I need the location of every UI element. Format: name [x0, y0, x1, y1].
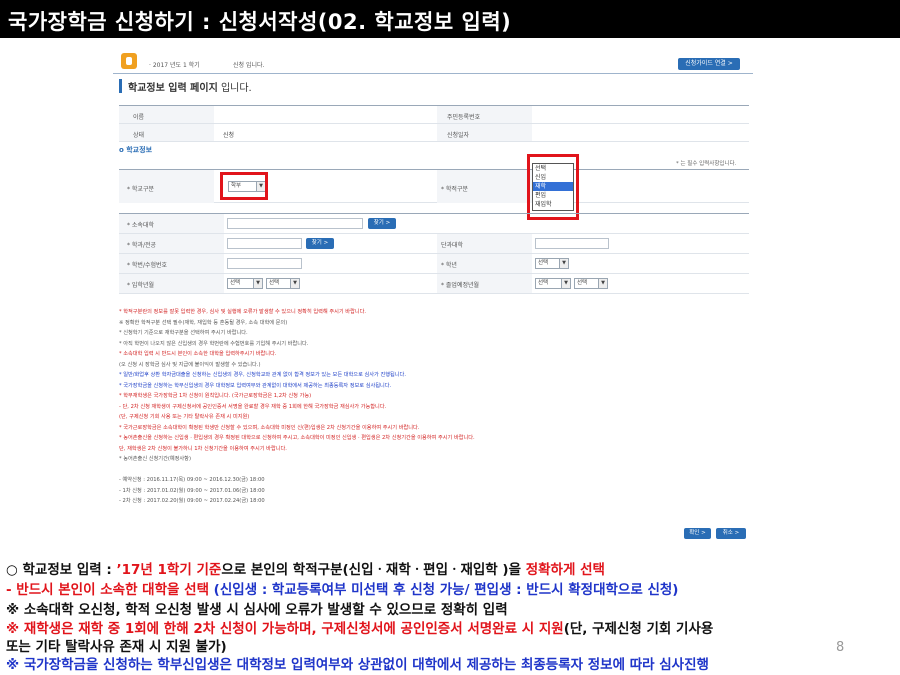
note-line: ※ 정확한 학적구분 선택 필수(재학, 재입학 등 혼동될 경우, 소속 대학… [119, 319, 288, 326]
date-label: 신청일자 [447, 132, 470, 139]
note-line: - 단, 2차 신청 재학생이 구제신청서에 공인인증서 서명을 완료할 경우 … [119, 403, 387, 410]
year-term: · 2017 년도 1 학기 [149, 62, 200, 69]
student-id-label: * 학번/수험번호 [127, 262, 168, 269]
chevron-down-icon: ▼ [253, 279, 262, 288]
graduation-label: * 졸업예정년월 [441, 282, 480, 289]
notes-list: * 학적구분란의 정보를 잘못 입력한 경우, 심사 및 실행에 오류가 발생할… [119, 307, 749, 507]
note-line: - 예약신청 : 2016.11.17(목) 09:00 ~ 2016.12.3… [119, 477, 265, 483]
table-row: 상태 신청 신청일자 [119, 124, 749, 142]
caption-line-2: - 반드시 본인이 소속한 대학을 선택 (신입생 : 학교등록여부 미선택 후… [6, 582, 679, 598]
univ-find-button[interactable]: 찾기 > [368, 218, 396, 229]
guide-link-button[interactable]: 신청가이드 연결 > [678, 58, 740, 70]
college-label: 단과대학 [441, 242, 464, 249]
chevron-down-icon: ▼ [561, 279, 570, 288]
note-line: (단, 구제신청 기회 사용 또는 기타 탈락사유 존재 시 미지원) [119, 414, 250, 420]
application-screenshot: · 2017 년도 1 학기 신청 입니다. 신청가이드 연결 > 학교정보 입… [113, 45, 753, 550]
caption-line-1: ○ 학교정보 입력 : ’17년 1학기 기준으로 본인의 학적구분(신입ㆍ재학… [6, 562, 605, 578]
note-line: * 아직 학번이 나오지 않은 신입생의 경우 학번란에 수험번호를 기입해 주… [119, 340, 309, 347]
name-label: 이름 [133, 114, 145, 121]
page-heading: 학교정보 입력 페이지 입니다. [119, 79, 252, 94]
note-line: * 신청학기 기준으로 재학구분을 선택하여 주시기 바랍니다. [119, 330, 248, 336]
table-row: * 학과/전공 찾기 > 단과대학 [119, 234, 749, 254]
state-label: 상태 [133, 132, 145, 139]
rrn-label: 주민등록번호 [447, 114, 481, 121]
note-line: * 국가장학금을 신청하는 학부신입생의 경우 대학정보 입력여부와 관계없이 … [119, 382, 392, 389]
slide-title: 국가장학금 신청하기 : 신청서작성(02. 학교정보 입력) [0, 0, 900, 38]
note-line: - 1차 신청 : 2017.01.02(월) 09:00 ~ 2017.01.… [119, 487, 265, 494]
highlight-box-academic-status [527, 154, 579, 220]
page-number: 8 [836, 640, 845, 655]
admission-year-select[interactable]: 선택 ▼ [227, 278, 263, 289]
school-type-table: * 학교구분 학부 ▼ * 학적구분 [119, 169, 749, 203]
univ-label: * 소속대학 [127, 222, 154, 229]
note-line: * 농어촌출신 신청기간(예정사항) [119, 456, 191, 462]
required-note: * 는 필수 입력사항입니다. [676, 161, 737, 167]
admission-label: * 입학년월 [127, 282, 154, 289]
note-line: * 소속대학 입력 시 반드시 본인이 소속한 대학을 입력하주시기 바랍니다. [119, 351, 277, 357]
note-line: * 국가근로장학금은 소속대학이 확정된 학생만 신청할 수 있으며, 소속대학… [119, 424, 420, 431]
table-row: * 학번/수험번호 * 학년 선택 ▼ [119, 254, 749, 274]
note-line: - 2차 신청 : 2017.02.20(월) 09:00 ~ 2017.02.… [119, 498, 265, 504]
dept-find-button[interactable]: 찾기 > [306, 238, 334, 249]
note-line: * 학부재학생은 국가장학금 1차 신청이 원칙입니다. (국가근로장학금은 1… [119, 393, 312, 399]
header-divider [113, 73, 753, 74]
dept-label: * 학과/전공 [127, 242, 157, 249]
school-type-label: * 학교구분 [127, 186, 154, 193]
table-row: * 입학년월 선택 ▼ 선택 ▼ * 졸업예정년월 선택 ▼ 선택 ▼ [119, 274, 749, 294]
table-row: * 소속대학 찾기 > [119, 214, 749, 234]
note-line: 단, 재학생은 2차 신청이 불가하니 1차 신청기간을 이용하여 주시기 바랍… [119, 445, 287, 452]
note-line: * 농어촌출신을 신청하는 신입생 · 편입생의 경우 확정된 대학으로 신청하… [119, 435, 475, 441]
table-row: 이름 주민등록번호 [119, 106, 749, 124]
dept-input[interactable] [227, 238, 302, 249]
chevron-down-icon: ▼ [290, 279, 299, 288]
note-spacer [119, 465, 749, 476]
school-info-table: * 소속대학 찾기 > * 학과/전공 찾기 > 단과대학 * 학번/수험번호 … [119, 213, 749, 294]
note-line: (오 신청 시 장학금 심사 및 지급에 불이익이 발생할 수 있습니다.) [119, 361, 261, 368]
highlight-box-school-type [220, 172, 268, 200]
college-input[interactable] [535, 238, 609, 249]
grade-select[interactable]: 선택 ▼ [535, 258, 569, 269]
chevron-down-icon: ▼ [598, 279, 607, 288]
chevron-down-icon: ▼ [559, 259, 568, 268]
caption-line-6: ※ 국가장학금을 신청하는 학부신입생은 대학정보 입력여부와 상관없이 대학에… [6, 657, 709, 673]
logo-icon [121, 53, 137, 69]
confirm-button[interactable]: 확인 > [684, 528, 711, 539]
grade-label: * 학년 [441, 262, 457, 269]
caption-line-4: ※ 재학생은 재학 중 1회에 한해 2차 신청이 가능하며, 구제신청서에 공… [6, 621, 714, 637]
status-text: 신청 입니다. [233, 62, 265, 69]
note-line: * 일반/화업후 상환 학자금대출을 신청하는 신입생의 경우, 신청학교와 관… [119, 372, 406, 378]
note-line: * 학적구분란의 정보를 잘못 입력한 경우, 심사 및 실행에 오류가 발생할… [119, 309, 367, 315]
graduation-month-select[interactable]: 선택 ▼ [574, 278, 608, 289]
section-title: o 학교정보 [119, 146, 153, 154]
student-id-input[interactable] [227, 258, 302, 269]
caption-line-3: ※ 소속대학 오신청, 학적 오신청 발생 시 심사에 오류가 발생할 수 있으… [6, 602, 508, 618]
caption-line-5: 또는 기타 탈락사유 존재 시 지원 불가) [6, 639, 227, 655]
cancel-button[interactable]: 취소 > [716, 528, 746, 539]
state-value: 신청 [223, 132, 235, 139]
graduation-year-select[interactable]: 선택 ▼ [535, 278, 571, 289]
univ-input[interactable] [227, 218, 363, 229]
admission-month-select[interactable]: 선택 ▼ [266, 278, 300, 289]
academic-status-label: * 학적구분 [441, 186, 468, 193]
applicant-info-table: 이름 주민등록번호 상태 신청 신청일자 [119, 105, 749, 142]
